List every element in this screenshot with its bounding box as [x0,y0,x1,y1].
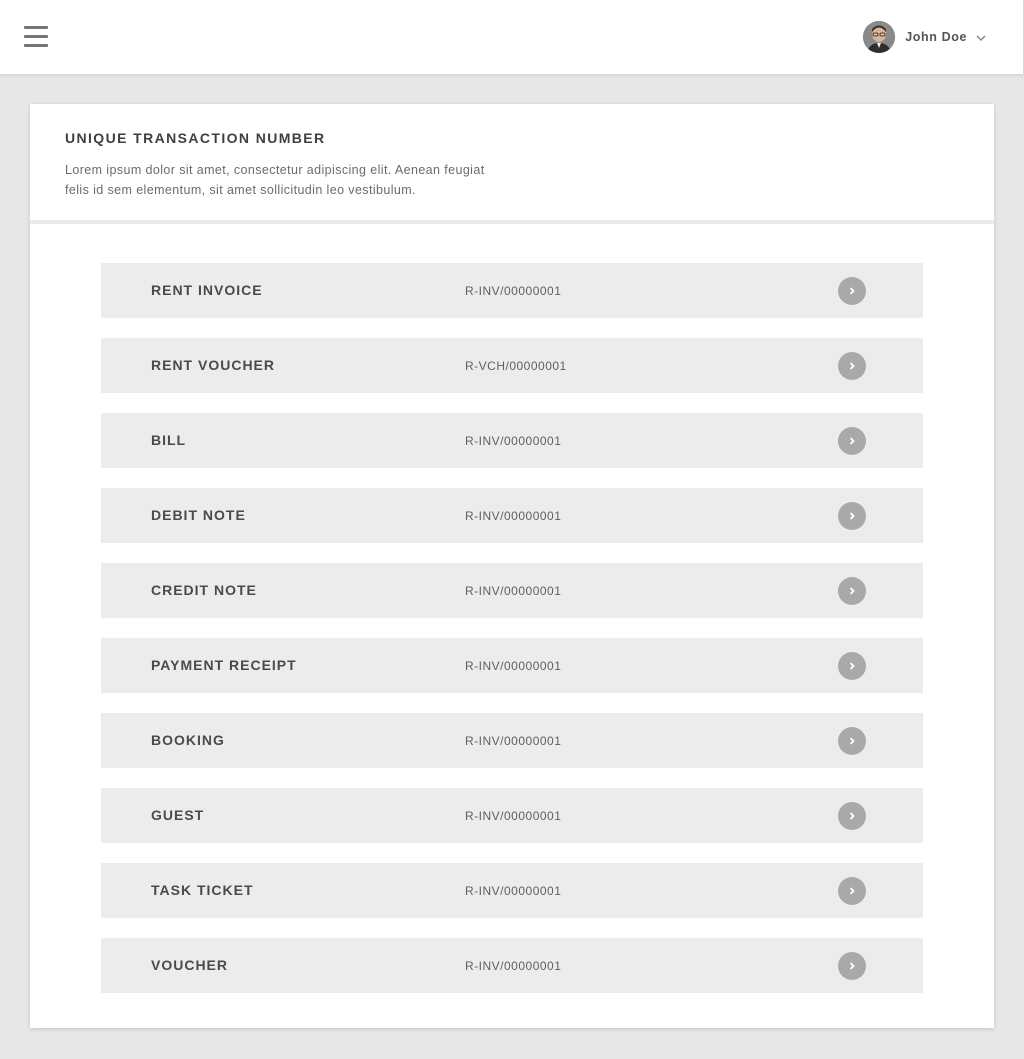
transaction-number-card: UNIQUE TRANSACTION NUMBER Lorem ipsum do… [30,104,994,1028]
page-description: Lorem ipsum dolor sit amet, consectetur … [65,163,485,197]
chevron-right-icon[interactable] [838,277,866,305]
list-item[interactable]: RENT INVOICE R-INV/00000001 [101,263,923,318]
card-header: UNIQUE TRANSACTION NUMBER Lorem ipsum do… [30,104,994,224]
list-item-code: R-INV/00000001 [465,584,562,598]
list-item-code: R-INV/00000001 [465,734,562,748]
list-item-code: R-INV/00000001 [465,809,562,823]
user-avatar[interactable] [863,21,896,53]
list-item-code: R-INV/00000001 [465,884,562,898]
chevron-right-icon[interactable] [838,502,866,530]
list-item-label: RENT INVOICE [151,282,263,298]
chevron-right-icon[interactable] [838,577,866,605]
list-item[interactable]: DEBIT NOTE R-INV/00000001 [101,488,923,543]
list-item-label: BILL [151,432,187,448]
list-item[interactable]: BOOKING R-INV/00000001 [101,713,923,768]
list-item[interactable]: TASK TICKET R-INV/00000001 [101,863,923,918]
list-item[interactable]: VOUCHER R-INV/00000001 [101,938,923,993]
list-item-label: PAYMENT RECEIPT [151,657,297,673]
chevron-down-icon[interactable] [975,31,987,43]
list-item-label: BOOKING [151,732,225,748]
list-item-label: DEBIT NOTE [151,507,246,523]
list-item[interactable]: GUEST R-INV/00000001 [101,788,923,843]
list-item-code: R-INV/00000001 [465,509,562,523]
list-item-label: RENT VOUCHER [151,357,276,373]
list-item[interactable]: RENT VOUCHER R-VCH/00000001 [101,338,923,393]
chevron-right-icon[interactable] [838,352,866,380]
transaction-list: RENT INVOICE R-INV/00000001 RENT VOUCHER… [101,263,923,1013]
list-item-label: CREDIT NOTE [151,582,257,598]
list-item-code: R-INV/00000001 [465,284,562,298]
user-name[interactable]: John Doe [905,30,967,44]
list-item[interactable]: PAYMENT RECEIPT R-INV/00000001 [101,638,923,693]
list-item[interactable]: BILL R-INV/00000001 [101,413,923,468]
chevron-right-icon[interactable] [838,877,866,905]
chevron-right-icon[interactable] [838,727,866,755]
list-item-code: R-INV/00000001 [465,434,562,448]
list-item-label: GUEST [151,807,205,823]
list-item[interactable]: CREDIT NOTE R-INV/00000001 [101,563,923,618]
hamburger-menu-icon[interactable] [24,26,48,48]
chevron-right-icon[interactable] [838,802,866,830]
chevron-right-icon[interactable] [838,952,866,980]
list-item-code: R-VCH/00000001 [465,359,567,373]
chevron-right-icon[interactable] [838,427,866,455]
top-bar: John Doe [0,0,1024,74]
user-menu[interactable]: John Doe [863,21,987,53]
list-item-label: TASK TICKET [151,882,254,898]
chevron-right-icon[interactable] [838,652,866,680]
list-item-code: R-INV/00000001 [465,659,562,673]
list-item-label: VOUCHER [151,957,229,973]
page-title: UNIQUE TRANSACTION NUMBER [65,130,326,146]
list-item-code: R-INV/00000001 [465,959,562,973]
